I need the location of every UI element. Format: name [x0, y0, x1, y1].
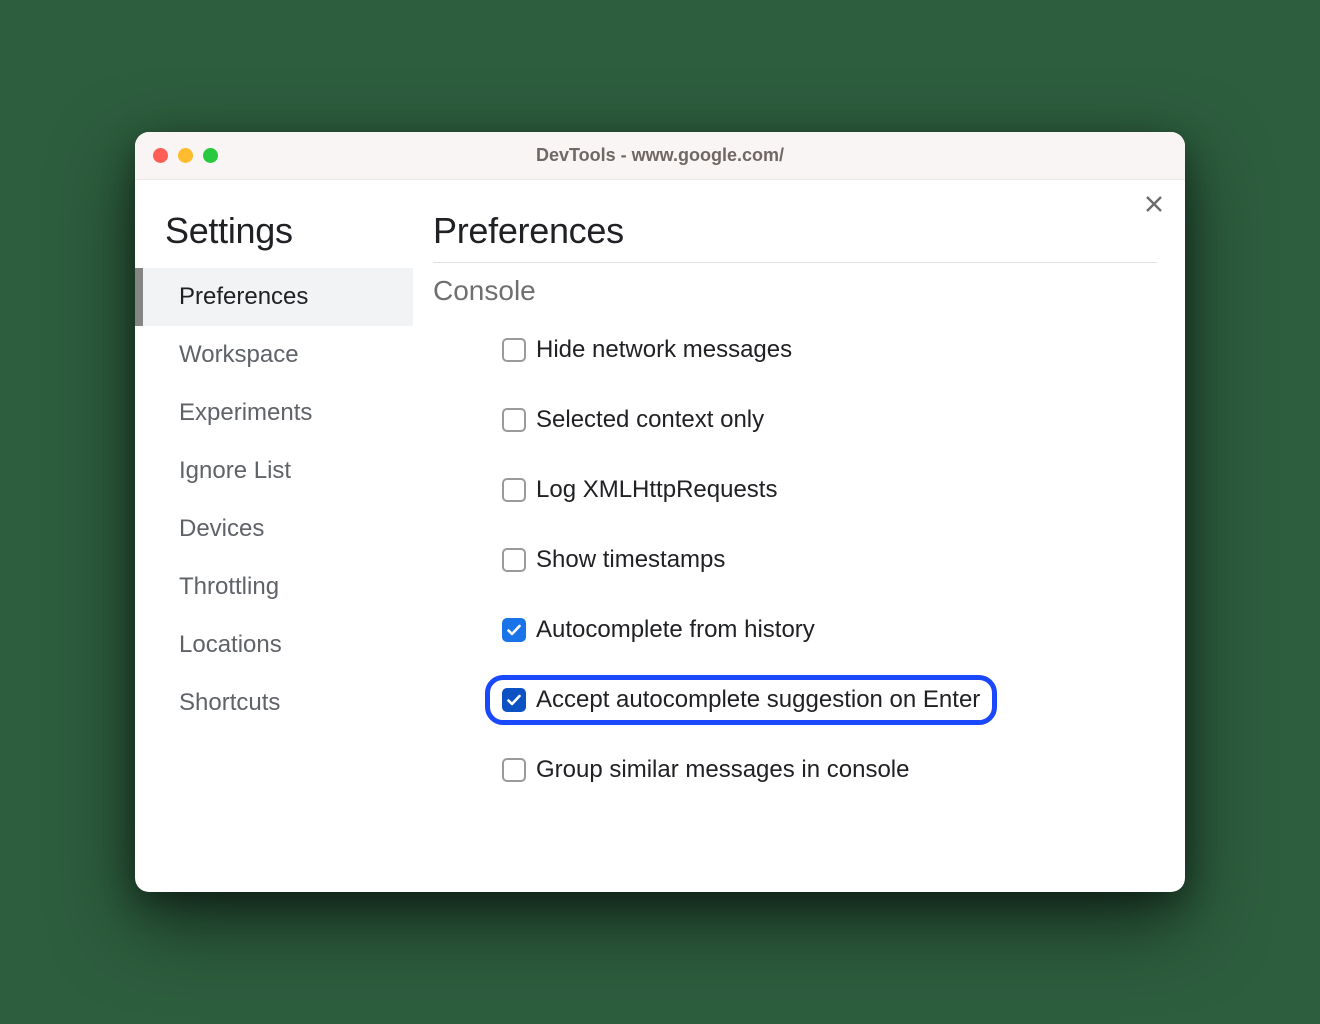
sidebar-items: Preferences Workspace Experiments Ignore Li… — [135, 268, 413, 732]
console-section-title: Console — [433, 275, 1157, 307]
console-options: Hide network messages Selected context on… — [433, 325, 1157, 795]
window-titlebar: DevTools - www.google.com/ — [135, 132, 1185, 180]
option-log-xmlhttprequests[interactable]: Log XMLHttpRequests — [485, 465, 794, 515]
checkbox[interactable] — [502, 338, 526, 362]
checkbox[interactable] — [502, 688, 526, 712]
close-window-button[interactable] — [153, 148, 168, 163]
maximize-window-button[interactable] — [203, 148, 218, 163]
checkbox[interactable] — [502, 408, 526, 432]
check-icon — [506, 622, 522, 638]
close-icon — [1145, 195, 1163, 213]
option-label: Group similar messages in console — [536, 756, 910, 784]
option-label: Autocomplete from history — [536, 616, 815, 644]
sidebar-item-label: Devices — [179, 515, 264, 542]
traffic-lights — [153, 148, 218, 163]
option-label: Show timestamps — [536, 546, 725, 574]
option-hide-network-messages[interactable]: Hide network messages — [485, 325, 809, 375]
close-settings-button[interactable] — [1145, 194, 1163, 218]
option-label: Selected context only — [536, 406, 764, 434]
option-label: Accept autocomplete suggestion on Enter — [536, 686, 980, 714]
sidebar-item-label: Ignore List — [179, 457, 291, 484]
sidebar-item-preferences[interactable]: Preferences — [135, 268, 413, 326]
sidebar-item-label: Experiments — [179, 399, 312, 426]
sidebar-item-label: Locations — [179, 631, 282, 658]
option-selected-context-only[interactable]: Selected context only — [485, 395, 781, 445]
sidebar-item-label: Preferences — [179, 283, 308, 310]
minimize-window-button[interactable] — [178, 148, 193, 163]
sidebar-item-workspace[interactable]: Workspace — [135, 326, 413, 384]
option-label: Hide network messages — [536, 336, 792, 364]
checkbox[interactable] — [502, 758, 526, 782]
devtools-settings-window: DevTools - www.google.com/ Settings Pref… — [135, 132, 1185, 892]
sidebar-item-shortcuts[interactable]: Shortcuts — [135, 674, 413, 732]
sidebar-item-label: Throttling — [179, 573, 279, 600]
sidebar-item-locations[interactable]: Locations — [135, 616, 413, 674]
sidebar-item-devices[interactable]: Devices — [135, 500, 413, 558]
settings-title: Settings — [135, 210, 413, 268]
sidebar-item-ignore-list[interactable]: Ignore List — [135, 442, 413, 500]
option-label: Log XMLHttpRequests — [536, 476, 777, 504]
sidebar-item-label: Workspace — [179, 341, 299, 368]
sidebar-item-label: Shortcuts — [179, 689, 280, 716]
check-icon — [506, 692, 522, 708]
checkbox[interactable] — [502, 478, 526, 502]
settings-content: Settings Preferences Workspace Experiments… — [135, 180, 1185, 892]
option-show-timestamps[interactable]: Show timestamps — [485, 535, 742, 585]
preferences-panel: Preferences Console Hide network message… — [413, 180, 1185, 892]
checkbox[interactable] — [502, 618, 526, 642]
option-group-similar-messages-in-console[interactable]: Group similar messages in console — [485, 745, 927, 795]
settings-sidebar: Settings Preferences Workspace Experiments… — [135, 180, 413, 892]
option-autocomplete-from-history[interactable]: Autocomplete from history — [485, 605, 832, 655]
checkbox[interactable] — [502, 548, 526, 572]
window-title: DevTools - www.google.com/ — [135, 145, 1185, 166]
option-accept-autocomplete-suggestion-on-enter[interactable]: Accept autocomplete suggestion on Enter — [485, 675, 997, 725]
sidebar-item-experiments[interactable]: Experiments — [135, 384, 413, 442]
preferences-title: Preferences — [433, 210, 1157, 263]
sidebar-item-throttling[interactable]: Throttling — [135, 558, 413, 616]
